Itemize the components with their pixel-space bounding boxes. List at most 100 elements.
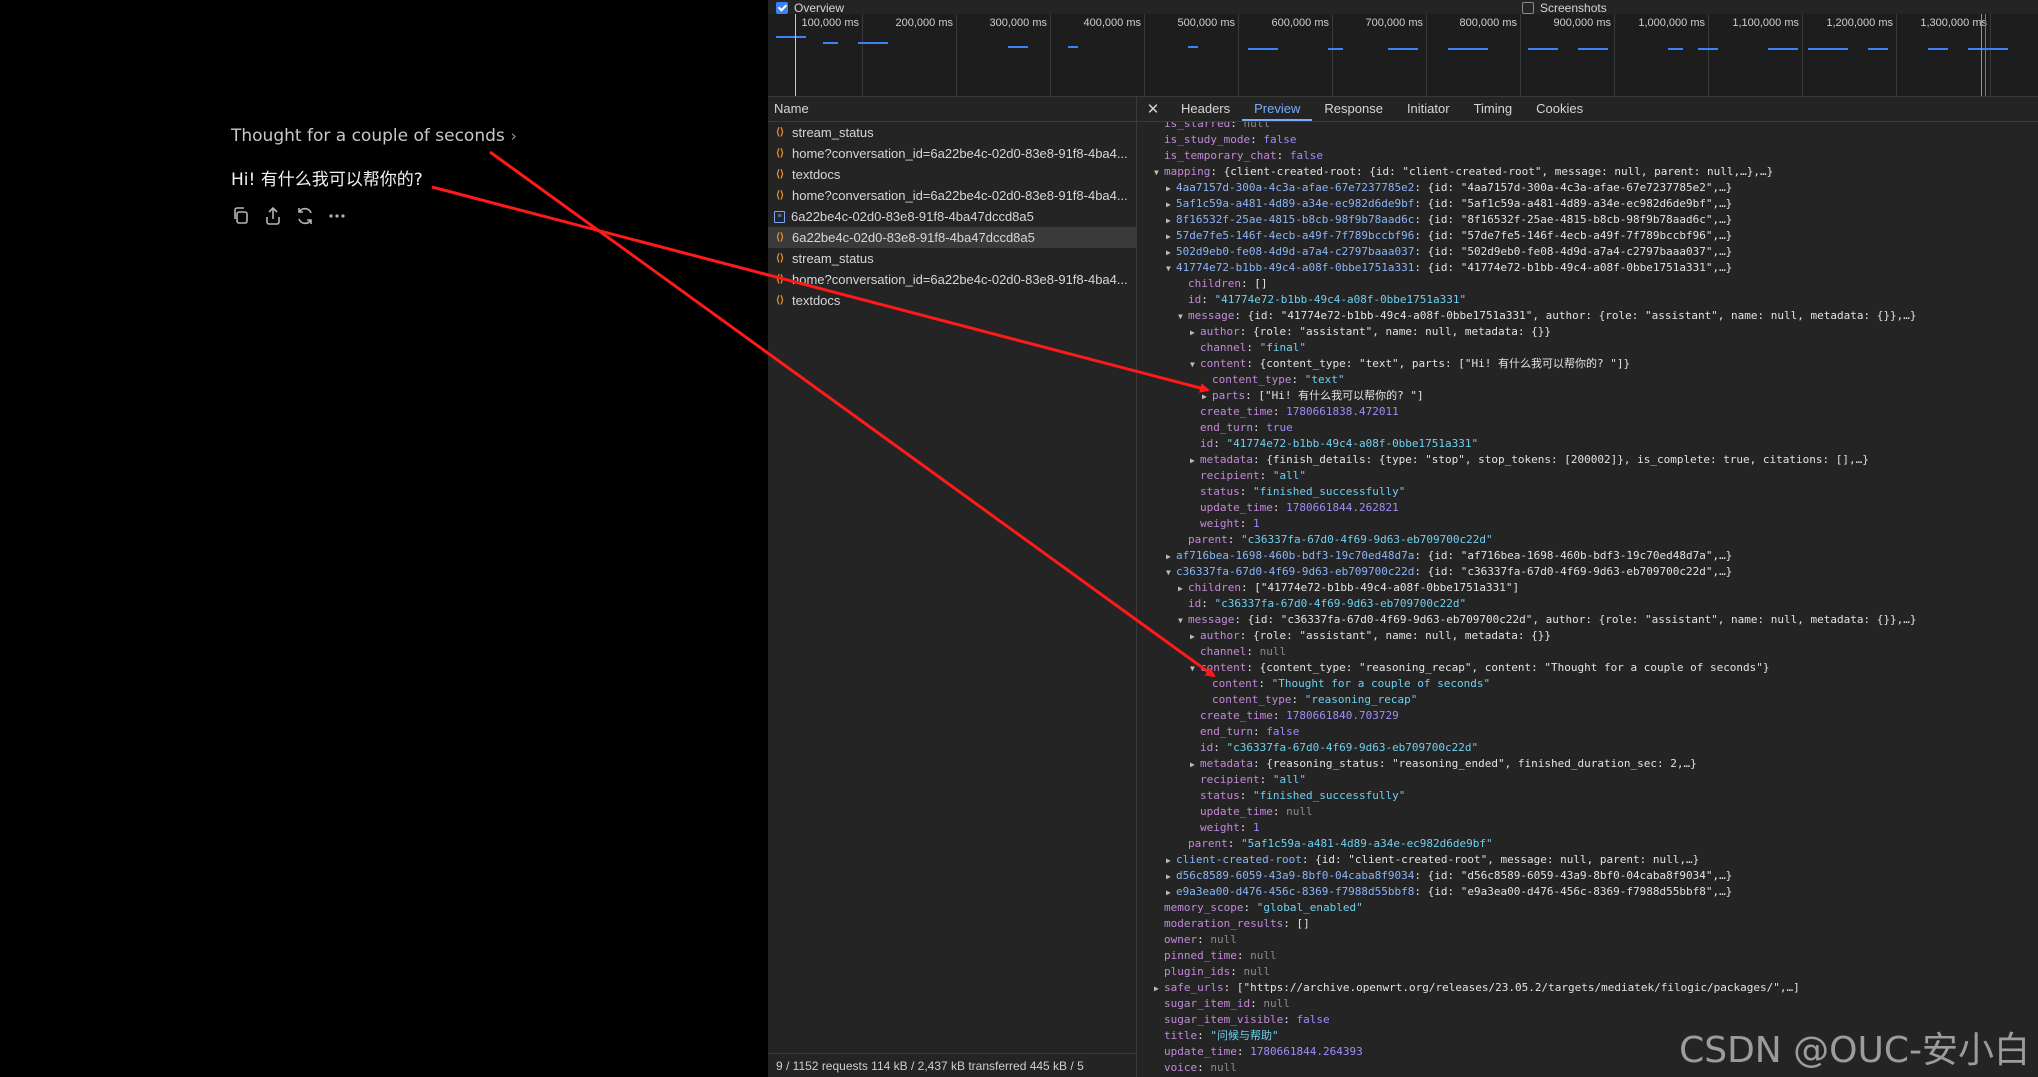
request-row[interactable]: ⟨⟩ textdocs xyxy=(768,290,1136,311)
json-tree-row[interactable]: ▼ mapping: {client-created-root: {id: "cl… xyxy=(1154,164,1773,180)
tab-headers[interactable]: Headers xyxy=(1169,97,1242,121)
timeline-tick-label: 100,000 ms xyxy=(801,17,859,29)
json-tree-row[interactable]: ▶ 502d9eb0-fe08-4d9d-a7a4-c2797baaa037: {… xyxy=(1166,244,1732,260)
caret-right-icon[interactable]: ▶ xyxy=(1190,325,1200,341)
json-key: owner xyxy=(1164,933,1198,946)
screenshots-checkbox[interactable]: Screenshots xyxy=(1522,1,1607,15)
caret-down-icon[interactable]: ▼ xyxy=(1190,357,1200,373)
request-row[interactable]: ⟨⟩ textdocs xyxy=(768,164,1136,185)
json-key: 5af1c59a-a481-4d89-a34e-ec982d6de9bf xyxy=(1176,197,1415,210)
json-key: sugar_item_visible xyxy=(1164,1013,1284,1026)
json-tree-row[interactable]: ▼ c36337fa-67d0-4f69-9d63-eb709700c22d: {… xyxy=(1166,564,1732,580)
request-row[interactable]: ⟨⟩ stream_status xyxy=(768,122,1136,143)
json-separator: : xyxy=(1246,341,1260,354)
json-tree-row: recipient: "all" xyxy=(1190,468,1306,484)
json-tree-row[interactable]: ▶ client-created-root: {id: "client-creat… xyxy=(1166,852,1699,868)
json-tree-row[interactable]: ▶ parts: ["Hi! 有什么我可以帮你的? "] xyxy=(1202,388,1424,404)
caret-down-icon[interactable]: ▼ xyxy=(1166,565,1176,581)
caret-right-icon[interactable]: ▶ xyxy=(1166,197,1176,213)
json-key: children xyxy=(1188,277,1241,290)
json-tree-row[interactable]: ▶ 5af1c59a-a481-4d89-a34e-ec982d6de9bf: {… xyxy=(1166,196,1732,212)
json-key: 4aa7157d-300a-4c3a-afae-67e7237785e2 xyxy=(1176,181,1415,194)
request-row[interactable]: ⟨⟩ home?conversation_id=6a22be4c-02d0-83e… xyxy=(768,269,1136,290)
caret-down-icon[interactable]: ▼ xyxy=(1154,165,1164,181)
share-icon[interactable] xyxy=(263,205,283,227)
network-overview-timeline[interactable]: 100,000 ms 200,000 ms 300,000 ms 400,000 ms… xyxy=(768,14,2038,97)
json-tree-row[interactable]: ▶ author: {role: "assistant", name: null,… xyxy=(1190,324,1551,340)
caret-right-icon[interactable]: ▶ xyxy=(1166,885,1176,901)
json-tree-row[interactable]: ▶ metadata: {finish_details: {type: "stop… xyxy=(1190,452,1869,468)
caret-right-icon[interactable]: ▶ xyxy=(1166,213,1176,229)
tab-initiator[interactable]: Initiator xyxy=(1395,97,1462,121)
caret-right-icon[interactable]: ▶ xyxy=(1190,757,1200,773)
json-key: id xyxy=(1200,437,1214,450)
json-value: {id: "c36337fa-67d0-4f69-9d63-eb709700c2… xyxy=(1247,613,1917,626)
json-value: {id: "5af1c59a-a481-4d89-a34e-ec982d6de9… xyxy=(1427,197,1733,210)
checkbox-checked-icon xyxy=(776,2,788,14)
timeline-tick: 900,000 ms xyxy=(1554,14,1615,96)
tab-response[interactable]: Response xyxy=(1312,97,1395,121)
caret-down-icon[interactable]: ▼ xyxy=(1178,613,1188,629)
caret-right-icon[interactable]: ▶ xyxy=(1190,629,1200,645)
json-value: {content_type: "reasoning_recap", conten… xyxy=(1259,661,1770,674)
caret-right-icon[interactable]: ▶ xyxy=(1166,245,1176,261)
json-key: content_type xyxy=(1212,373,1292,386)
json-separator: : xyxy=(1197,933,1211,946)
json-separator: : xyxy=(1227,837,1241,850)
caret-down-icon[interactable]: ▼ xyxy=(1166,261,1176,277)
json-tree-row: update_time: 1780661844.264393 xyxy=(1154,1044,1363,1060)
caret-right-icon[interactable]: ▶ xyxy=(1166,869,1176,885)
tab-timing[interactable]: Timing xyxy=(1462,97,1525,121)
json-tree-row[interactable]: ▶ 57de7fe5-146f-4ecb-a49f-7f789bccbf96: {… xyxy=(1166,228,1732,244)
json-tree-row[interactable]: ▼ content: {content_type: "text", parts: … xyxy=(1190,356,1630,372)
caret-right-icon[interactable]: ▶ xyxy=(1154,981,1164,997)
caret-right-icon[interactable]: ▶ xyxy=(1166,549,1176,565)
json-tree-row[interactable]: ▼ 41774e72-b1bb-49c4-a08f-0bbe1751a331: {… xyxy=(1166,260,1732,276)
caret-right-icon[interactable]: ▶ xyxy=(1166,229,1176,245)
tab-cookies[interactable]: Cookies xyxy=(1524,97,1595,121)
json-value: null xyxy=(1210,1061,1237,1074)
caret-down-icon[interactable]: ▼ xyxy=(1190,661,1200,677)
request-row[interactable]: ⟨⟩ home?conversation_id=6a22be4c-02d0-83e… xyxy=(768,143,1136,164)
json-tree-row[interactable]: ▼ message: {id: "41774e72-b1bb-49c4-a08f-… xyxy=(1178,308,1917,324)
regenerate-icon[interactable] xyxy=(295,205,315,227)
request-name: home?conversation_id=6a22be4c-02d0-83e8-… xyxy=(792,146,1128,161)
json-key: id xyxy=(1188,293,1202,306)
thought-toggle[interactable]: Thought for a couple of seconds › xyxy=(231,126,517,146)
json-tree-row[interactable]: ▼ message: {id: "c36337fa-67d0-4f69-9d63-… xyxy=(1178,612,1917,628)
overview-checkbox[interactable]: Overview xyxy=(776,1,844,15)
json-tree-row: content: "Thought for a couple of second… xyxy=(1202,676,1490,692)
json-tree-row[interactable]: ▶ author: {role: "assistant", name: null,… xyxy=(1190,628,1551,644)
json-tree-row[interactable]: ▶ e9a3ea00-d476-456c-8369-f7988d55bbf8: {… xyxy=(1166,884,1732,900)
caret-down-icon[interactable]: ▼ xyxy=(1178,309,1188,325)
json-tree-row[interactable]: ▶ children: ["41774e72-b1bb-49c4-a08f-0bb… xyxy=(1178,580,1519,596)
caret-right-icon[interactable]: ▶ xyxy=(1190,453,1200,469)
caret-right-icon[interactable]: ▶ xyxy=(1202,389,1212,405)
caret-right-icon[interactable]: ▶ xyxy=(1178,581,1188,597)
request-row[interactable]: ⟨⟩ home?conversation_id=6a22be4c-02d0-83e… xyxy=(768,185,1136,206)
json-separator: : xyxy=(1240,581,1255,594)
request-row[interactable]: ⟨⟩ 6a22be4c-02d0-83e8-91f8-4ba47dccd8a5 xyxy=(768,227,1136,248)
json-tree-row[interactable]: ▶ af716bea-1698-460b-bdf3-19c70ed48d7a: {… xyxy=(1166,548,1732,564)
json-tree-row[interactable]: ▶ metadata: {reasoning_status: "reasoning… xyxy=(1190,756,1697,772)
copy-icon[interactable] xyxy=(231,205,251,227)
json-value: true xyxy=(1266,421,1293,434)
request-row[interactable]: ⟨⟩ stream_status xyxy=(768,248,1136,269)
more-icon[interactable] xyxy=(327,205,347,227)
json-key: 8f16532f-25ae-4815-b8cb-98f9b78aad6c xyxy=(1176,213,1415,226)
json-tree-row[interactable]: ▶ 4aa7157d-300a-4c3a-afae-67e7237785e2: {… xyxy=(1166,180,1732,196)
name-column-header[interactable]: Name xyxy=(768,97,1136,122)
json-tree-row[interactable]: ▶ d56c8589-6059-43a9-8bf0-04caba8f9034: {… xyxy=(1166,868,1732,884)
caret-right-icon[interactable]: ▶ xyxy=(1166,181,1176,197)
json-value: {id: "41774e72-b1bb-49c4-a08f-0bbe1751a3… xyxy=(1247,309,1917,322)
json-separator: : xyxy=(1276,149,1290,162)
json-key: recipient xyxy=(1200,469,1260,482)
json-tree-row[interactable]: ▼ content: {content_type: "reasoning_reca… xyxy=(1190,660,1770,676)
tab-preview[interactable]: Preview xyxy=(1242,97,1313,121)
json-tree-row[interactable]: ▶ safe_urls: ["https://archive.openwrt.or… xyxy=(1154,980,1800,996)
close-icon[interactable]: ✕ xyxy=(1137,100,1169,118)
json-tree-row[interactable]: ▶ 8f16532f-25ae-4815-b8cb-98f9b78aad6c: {… xyxy=(1166,212,1732,228)
request-row[interactable]: ≡ 6a22be4c-02d0-83e8-91f8-4ba47dccd8a5 xyxy=(768,206,1136,227)
json-separator: : xyxy=(1239,485,1253,498)
caret-right-icon[interactable]: ▶ xyxy=(1166,853,1176,869)
